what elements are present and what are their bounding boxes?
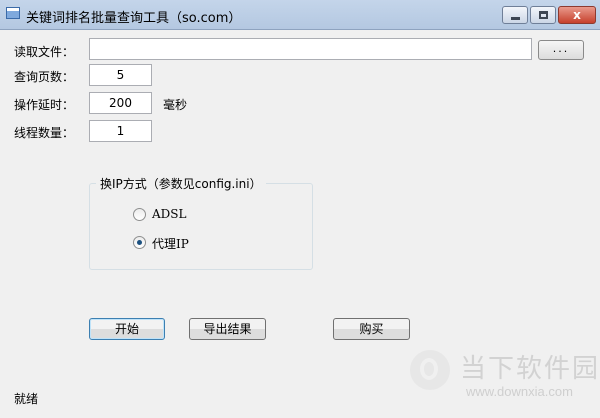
delay-unit-label: 毫秒 — [163, 98, 188, 112]
pages-input[interactable]: 5 — [89, 64, 152, 86]
window-title: 关键词排名批量查询工具（so.com） — [26, 11, 242, 26]
threads-input[interactable]: 1 — [89, 120, 152, 142]
title-bar[interactable]: 关键词排名批量查询工具（so.com） x — [0, 0, 600, 30]
watermark-logo-icon — [410, 350, 450, 390]
pages-label: 查询页数： — [14, 70, 75, 84]
buy-button[interactable]: 购买 — [333, 318, 410, 340]
status-text: 就绪 — [14, 392, 39, 406]
adsl-radio-label[interactable]: ADSL — [152, 207, 186, 221]
proxy-ip-radio-label[interactable]: 代理IP — [152, 235, 189, 252]
watermark-url: www.downxia.com — [466, 384, 573, 399]
file-label: 读取文件： — [14, 45, 75, 59]
app-window-icon — [6, 7, 20, 19]
ip-method-group — [89, 183, 313, 270]
delay-label: 操作延时： — [14, 98, 75, 112]
maximize-button[interactable] — [530, 6, 556, 24]
minimize-icon — [511, 17, 520, 20]
maximize-icon — [539, 11, 548, 19]
minimize-button[interactable] — [502, 6, 528, 24]
watermark-name: 当下软件园 — [460, 354, 600, 384]
proxy-ip-radio[interactable] — [133, 236, 146, 249]
close-button[interactable]: x — [558, 6, 596, 24]
ip-method-legend: 换IP方式（参数见config.ini） — [96, 175, 266, 192]
export-results-button[interactable]: 导出结果 — [189, 318, 266, 340]
delay-input[interactable]: 200 — [89, 92, 152, 114]
close-icon: x — [573, 8, 581, 22]
start-button[interactable]: 开始 — [89, 318, 165, 340]
radio-selected-dot — [137, 240, 142, 245]
threads-label: 线程数量： — [14, 126, 75, 140]
adsl-radio[interactable] — [133, 208, 146, 221]
file-path-input[interactable] — [89, 38, 532, 60]
browse-button[interactable]: ... — [538, 40, 584, 60]
